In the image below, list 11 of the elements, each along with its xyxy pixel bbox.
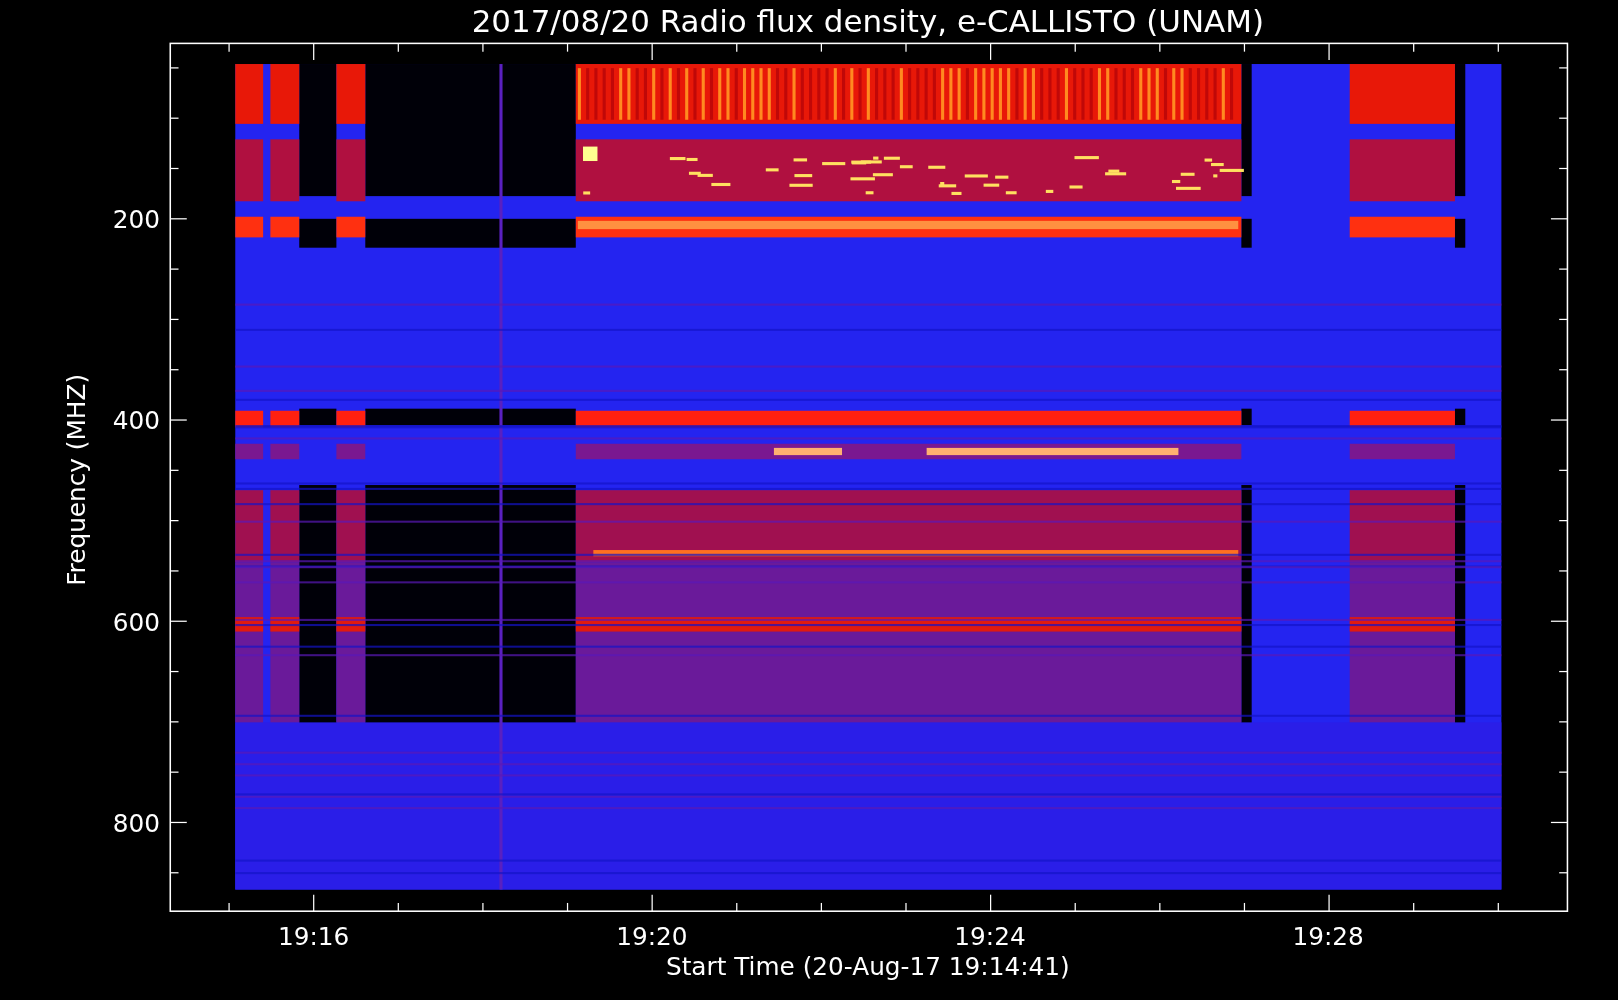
y-tick-label: 400: [112, 406, 160, 436]
x-tick-label: 19:16: [278, 922, 350, 952]
x-axis-title: Start Time (20-Aug-17 19:14:41): [665, 952, 1070, 982]
y-tick-label: 600: [112, 607, 160, 637]
y-tick-label: 800: [112, 808, 160, 838]
y-axis-title: Frequency (MHZ): [61, 373, 91, 586]
chart-title: 2017/08/20 Radio flux density, e-CALLISTO (UNAM): [471, 3, 1264, 40]
x-tick-label: 19:28: [1292, 922, 1364, 952]
y-tick-label: 200: [112, 205, 160, 235]
x-tick-label: 19:24: [954, 922, 1026, 952]
x-tick-label: 19:20: [616, 922, 688, 952]
